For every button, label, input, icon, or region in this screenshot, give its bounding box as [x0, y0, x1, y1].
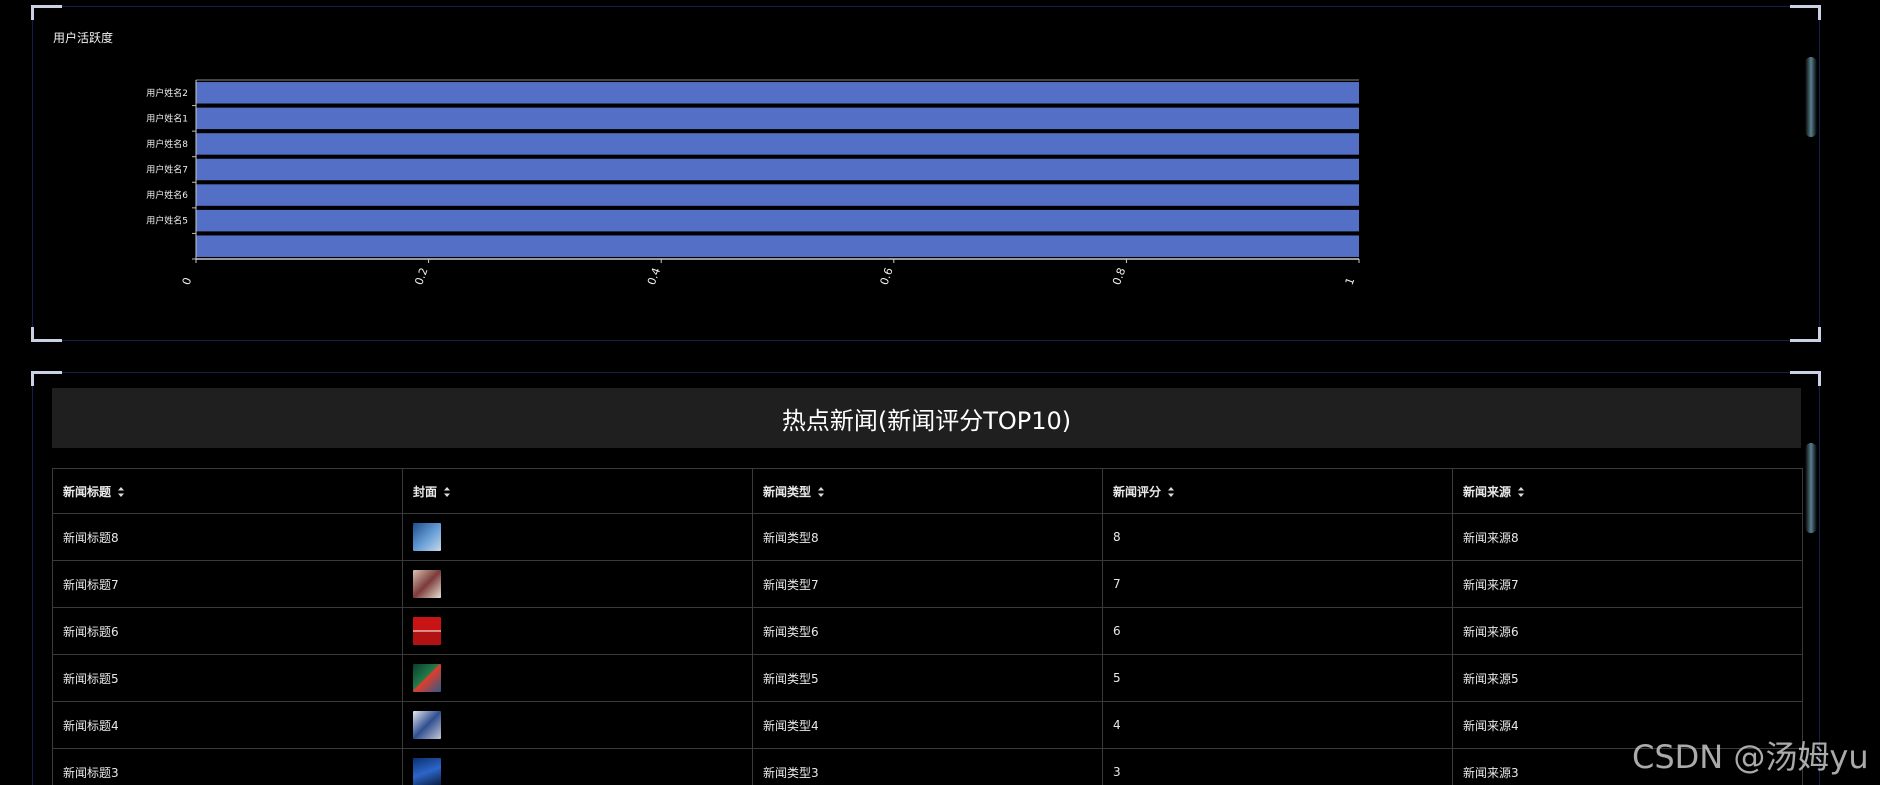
- sort-icon[interactable]: [1167, 486, 1179, 498]
- column-header-3[interactable]: 新闻评分: [1102, 468, 1453, 514]
- bar-用户姓名8: [196, 133, 1359, 155]
- panel-corner: [31, 371, 62, 386]
- user-activity-panel: 用户活跃度 用户姓名5 用户姓名6 用户姓名7 用户姓名8 用户姓名1 用户姓名2 0 0.2…: [31, 5, 1821, 342]
- column-header-label: 新闻标题: [63, 484, 112, 499]
- news-type-cell: 新闻类型5: [752, 654, 1103, 702]
- bar-用户姓名6: [196, 184, 1359, 206]
- news-title-cell: 新闻标题7: [52, 560, 403, 608]
- news-score-cell: 3: [1102, 748, 1453, 785]
- y-tick-label: 用户姓名2: [146, 87, 188, 99]
- column-header-label: 新闻类型: [763, 484, 812, 499]
- news-cover-thumbnail[interactable]: [413, 617, 441, 645]
- x-tick-label: 0.4: [645, 266, 663, 287]
- cover-cell: [402, 701, 753, 749]
- user-activity-bar-chart: 用户姓名5 用户姓名6 用户姓名7 用户姓名8 用户姓名1 用户姓名2 0 0.2 0.4 0.6…: [146, 79, 1360, 287]
- bar-用户姓名1: [196, 107, 1359, 130]
- sort-icon[interactable]: [443, 486, 455, 498]
- panel-corner: [1790, 371, 1821, 386]
- news-type-cell: 新闻类型7: [752, 560, 1103, 608]
- column-header-0[interactable]: 新闻标题: [52, 468, 403, 514]
- news-cover-thumbnail[interactable]: [413, 758, 441, 785]
- column-header-1[interactable]: 封面: [402, 468, 753, 514]
- bar-blank: [196, 235, 1359, 257]
- x-tick-label: 0.6: [878, 266, 896, 287]
- news-type-cell: 新闻类型4: [752, 701, 1103, 749]
- column-header-label: 新闻评分: [1113, 484, 1162, 499]
- cover-cell: [402, 513, 753, 561]
- bar-用户姓名7: [196, 158, 1359, 181]
- news-source-cell: 新闻来源6: [1452, 607, 1803, 655]
- news-title-cell: 新闻标题5: [52, 654, 403, 702]
- column-header-label: 封面: [413, 484, 438, 499]
- table-row[interactable]: 新闻标题8 新闻类型8 8 新闻来源8: [52, 513, 1803, 561]
- news-type-cell: 新闻类型6: [752, 607, 1103, 655]
- news-type-cell: 新闻类型8: [752, 513, 1103, 561]
- news-score-cell: 7: [1102, 560, 1453, 608]
- news-cover-thumbnail[interactable]: [413, 523, 441, 551]
- dashboard-page: 用户活跃度 用户姓名5 用户姓名6 用户姓名7 用户姓名8 用户姓名1 用户姓名2 0 0.2…: [0, 0, 1880, 785]
- news-source-cell: 新闻来源5: [1452, 654, 1803, 702]
- column-header-label: 新闻来源: [1463, 484, 1512, 499]
- y-tick-label: 用户姓名6: [146, 189, 188, 201]
- news-score-cell: 8: [1102, 513, 1453, 561]
- cover-cell: [402, 654, 753, 702]
- news-cover-thumbnail[interactable]: [413, 711, 441, 739]
- sort-icon[interactable]: [117, 486, 129, 498]
- news-table-title: 热点新闻(新闻评分TOP10): [52, 388, 1801, 448]
- hot-news-panel: 热点新闻(新闻评分TOP10) 新闻标题 封面 新闻类型 新闻评分 新闻来源 新闻标题8…: [31, 371, 1821, 785]
- y-tick-label: 用户姓名1: [146, 112, 188, 124]
- table-row[interactable]: 新闻标题5 新闻类型5 5 新闻来源5: [52, 654, 1803, 702]
- table-row[interactable]: 新闻标题4 新闻类型4 4 新闻来源4: [52, 701, 1803, 749]
- cover-cell: [402, 607, 753, 655]
- bar-用户姓名5: [196, 209, 1359, 232]
- table-header-row: 新闻标题 封面 新闻类型 新闻评分 新闻来源: [52, 468, 1803, 514]
- y-tick-label: 用户姓名7: [146, 164, 188, 176]
- column-header-4[interactable]: 新闻来源: [1452, 468, 1803, 514]
- news-cover-thumbnail[interactable]: [413, 664, 441, 692]
- y-tick-label: 用户姓名8: [146, 138, 188, 150]
- scroll-glow: [1805, 443, 1817, 533]
- column-header-2[interactable]: 新闻类型: [752, 468, 1103, 514]
- news-title-cell: 新闻标题3: [52, 748, 403, 785]
- x-tick-label: 0: [180, 276, 195, 287]
- news-score-cell: 4: [1102, 701, 1453, 749]
- sort-icon[interactable]: [817, 486, 829, 498]
- news-title-cell: 新闻标题8: [52, 513, 403, 561]
- table-row[interactable]: 新闻标题6 新闻类型6 6 新闻来源6: [52, 607, 1803, 655]
- news-title-cell: 新闻标题4: [52, 701, 403, 749]
- news-source-cell: 新闻来源8: [1452, 513, 1803, 561]
- news-table: 新闻标题 封面 新闻类型 新闻评分 新闻来源 新闻标题8 新闻类型8 8 新闻来源8 新闻标题7…: [52, 468, 1803, 785]
- news-cover-thumbnail[interactable]: [413, 570, 441, 598]
- news-type-cell: 新闻类型3: [752, 748, 1103, 785]
- bar-用户姓名2: [196, 82, 1359, 104]
- news-score-cell: 5: [1102, 654, 1453, 702]
- x-tick-label: 0.2: [412, 266, 430, 287]
- sort-icon[interactable]: [1517, 486, 1529, 498]
- news-score-cell: 6: [1102, 607, 1453, 655]
- watermark: CSDN @汤姆yu: [1632, 738, 1869, 776]
- table-body: 新闻标题8 新闻类型8 8 新闻来源8 新闻标题7 新闻类型7 7 新闻来源7 新闻标题6 新闻类…: [52, 513, 1803, 785]
- news-source-cell: 新闻来源7: [1452, 560, 1803, 608]
- x-tick-label: 1: [1343, 276, 1358, 287]
- cover-cell: [402, 748, 753, 785]
- cover-cell: [402, 560, 753, 608]
- table-row[interactable]: 新闻标题3 新闻类型3 3 新闻来源3: [52, 748, 1803, 785]
- table-row[interactable]: 新闻标题7 新闻类型7 7 新闻来源7: [52, 560, 1803, 608]
- y-tick-label: 用户姓名5: [146, 215, 188, 227]
- x-tick-label: 0.8: [1110, 266, 1128, 287]
- news-title-cell: 新闻标题6: [52, 607, 403, 655]
